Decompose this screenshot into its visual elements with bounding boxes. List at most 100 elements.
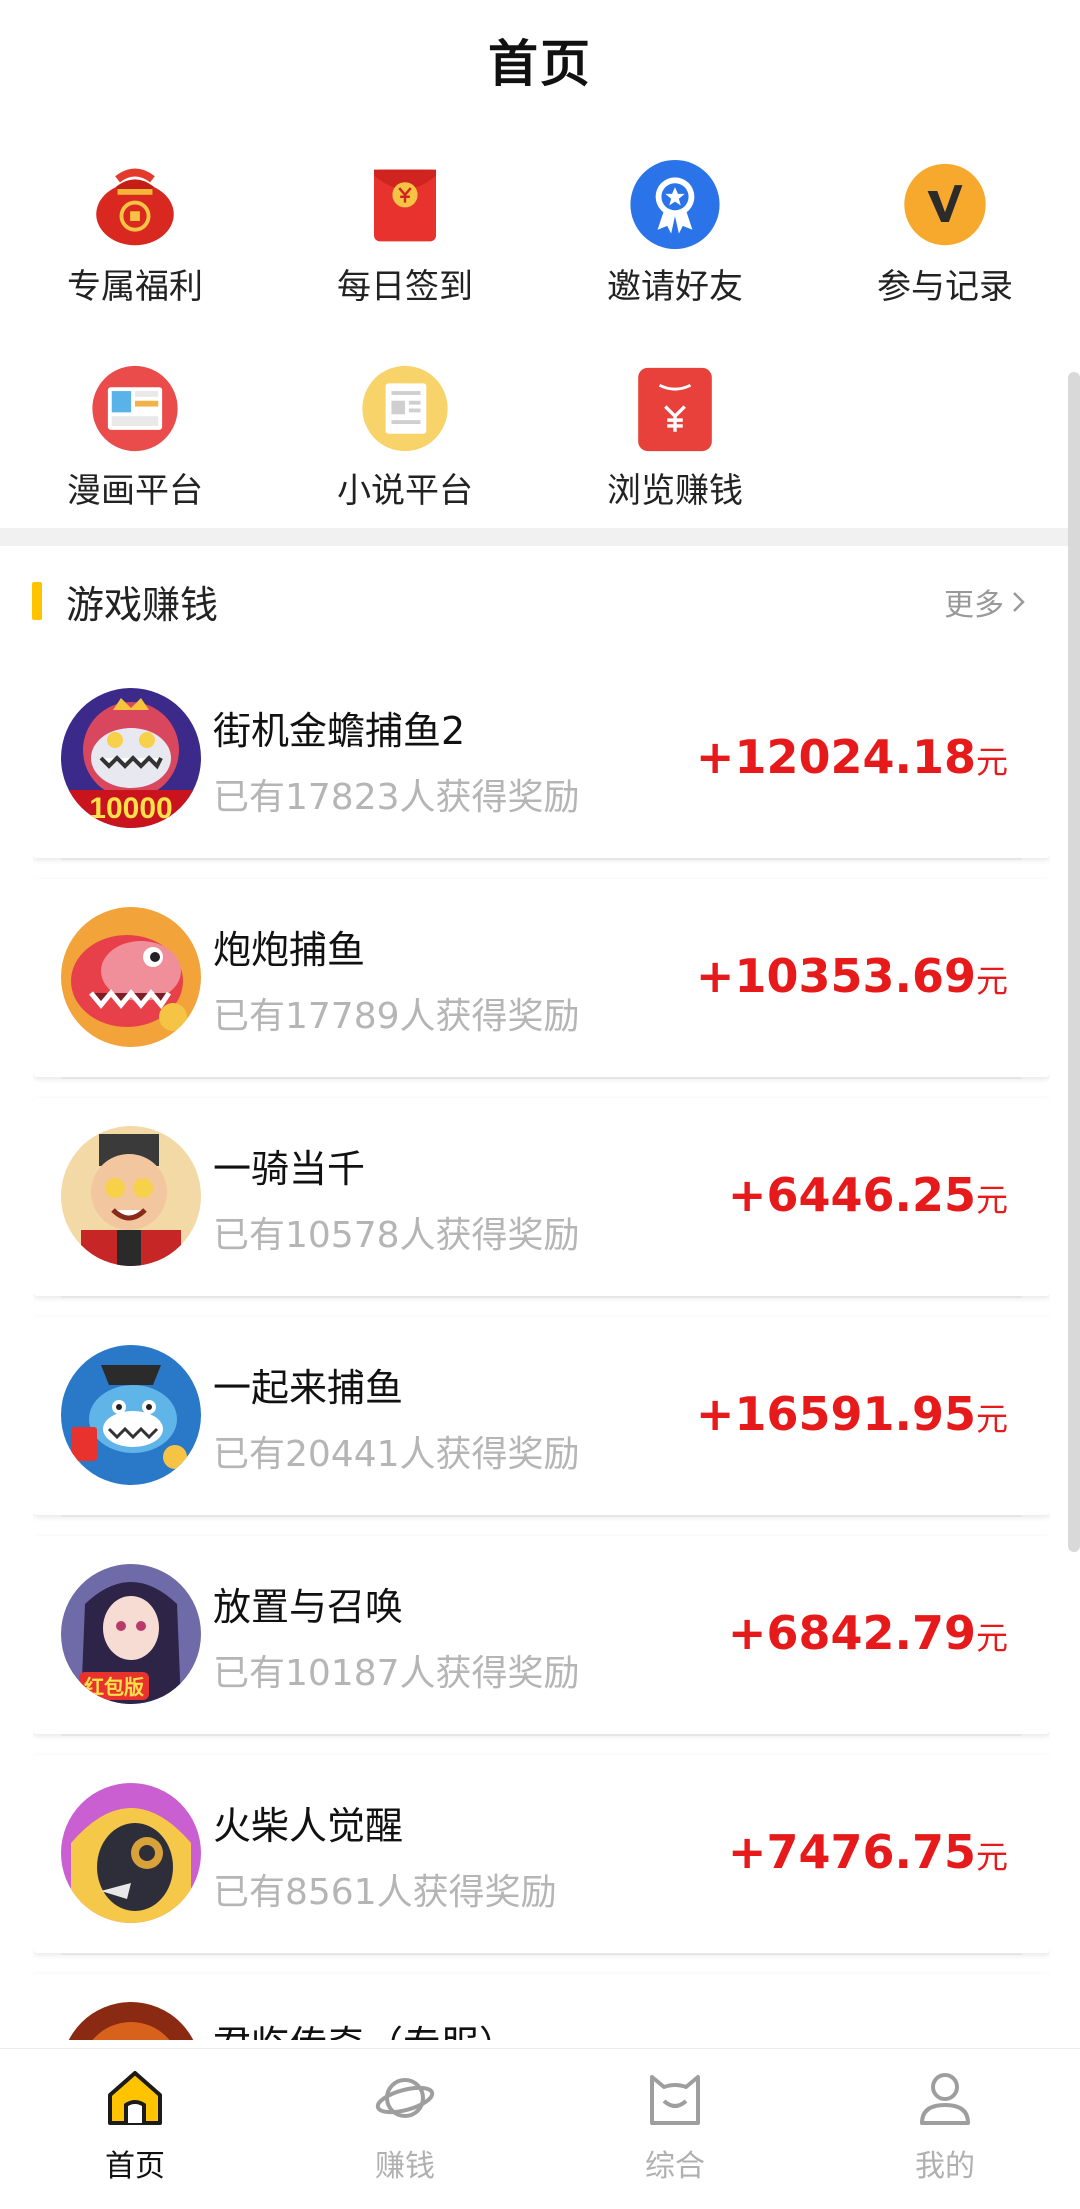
reward-amount: +16591.95元 <box>696 1387 1008 1441</box>
reward-value: +10353.69 <box>695 949 976 1003</box>
v-badge-icon <box>904 163 986 246</box>
planet-icon <box>375 2078 435 2118</box>
stickman-avatar-icon <box>61 1783 201 1923</box>
avatar-badge-text: 红包版 <box>84 1675 144 1699</box>
card-separator <box>61 858 1022 860</box>
game-subtitle: 已有17789人获得奖励 <box>213 996 580 1037</box>
grid-item-invite-friends[interactable]: 邀请好友 <box>540 158 810 308</box>
reward-amount: +6842.79元 <box>728 1606 1008 1660</box>
warrior-avatar-icon <box>61 1126 201 1266</box>
grid-item-novel-platform[interactable]: 小说平台 <box>270 362 540 512</box>
tab-home[interactable]: 首页 <box>0 2067 270 2197</box>
award-badge-icon <box>630 159 720 250</box>
lucky-bag-icon <box>96 168 174 246</box>
game-title: 放置与召唤 <box>213 1585 404 1629</box>
grid-label: 邀请好友 <box>607 267 743 307</box>
reward-value: +16591.95 <box>695 1387 976 1441</box>
game-title: 一骑当千 <box>213 1147 366 1191</box>
game-card[interactable]: 炮炮捕鱼 已有17789人获得奖励 +10353.69元 <box>33 879 1050 1079</box>
card-separator <box>61 1953 1022 1955</box>
game-subtitle: 已有10578人获得奖励 <box>213 1215 580 1256</box>
game-avatar <box>61 2002 201 2040</box>
home-icon <box>108 2071 162 2125</box>
game-card[interactable]: 10000 街机金蟾捕鱼2 已有17823人获得奖励 +12024.18元 <box>33 660 1050 860</box>
game-avatar <box>61 1126 201 1266</box>
tab-label: 综合 <box>645 2149 705 2184</box>
game-subtitle: 已有20441人获得奖励 <box>213 1434 580 1475</box>
grid-label: 参与记录 <box>877 267 1013 307</box>
game-card[interactable]: 一骑当千 已有10578人获得奖励 +6446.25元 <box>33 1098 1050 1298</box>
reward-amount: +10353.69元 <box>696 949 1008 1003</box>
anime-girl-avatar-icon: 红包版 <box>61 1564 201 1704</box>
avatar-badge-text: 10000 <box>89 792 172 825</box>
reward-unit: 元 <box>975 1400 1008 1438</box>
card-separator <box>61 1077 1022 1079</box>
game-avatar: 10000 <box>61 688 201 828</box>
grid-label: 小说平台 <box>337 471 473 511</box>
fishing-game-avatar-icon: 10000 <box>61 688 201 828</box>
game-card[interactable]: 君临传奇（专服） <box>33 1974 1050 2040</box>
grid-item-daily-checkin[interactable]: 每日签到 <box>270 158 540 308</box>
reward-unit: 元 <box>975 1619 1008 1657</box>
tab-earn[interactable]: 赚钱 <box>270 2067 540 2197</box>
reward-value: +7476.75 <box>727 1825 976 1879</box>
comic-icon <box>92 365 178 452</box>
yuan-envelope-icon <box>638 367 712 452</box>
reward-amount: +6446.25元 <box>728 1168 1008 1222</box>
game-title: 火柴人觉醒 <box>213 1804 404 1848</box>
game-avatar <box>61 1783 201 1923</box>
grid-item-comic-platform[interactable]: 漫画平台 <box>0 362 270 512</box>
game-subtitle: 已有17823人获得奖励 <box>213 777 580 818</box>
header: 首页 <box>0 0 1080 120</box>
more-link[interactable]: 更多 <box>944 580 1028 624</box>
tab-general[interactable]: 综合 <box>540 2067 810 2197</box>
reward-amount: +12024.18元 <box>696 730 1008 784</box>
shark-avatar-icon <box>61 907 201 1047</box>
user-icon <box>920 2073 970 2125</box>
reward-unit: 元 <box>975 962 1008 1000</box>
grid-label: 漫画平台 <box>67 471 203 511</box>
grid-item-browse-earn[interactable]: 浏览赚钱 <box>540 362 810 512</box>
novel-icon <box>362 365 448 452</box>
game-card[interactable]: 火柴人觉醒 已有8561人获得奖励 +7476.75元 <box>33 1755 1050 1955</box>
reward-value: +12024.18 <box>695 730 976 784</box>
chevron-right-icon <box>1013 592 1025 612</box>
card-separator <box>61 1734 1022 1736</box>
reward-amount: +7476.75元 <box>728 1825 1008 1879</box>
game-avatar <box>61 907 201 1047</box>
grid-item-exclusive-benefits[interactable]: 专属福利 <box>0 158 270 308</box>
blue-shark-avatar-icon <box>61 1345 201 1485</box>
reward-unit: 元 <box>975 1838 1008 1876</box>
tab-label: 我的 <box>915 2149 975 2184</box>
game-subtitle: 已有8561人获得奖励 <box>213 1872 557 1913</box>
grid-label: 浏览赚钱 <box>607 471 743 511</box>
game-card[interactable]: 一起来捕鱼 已有20441人获得奖励 +16591.95元 <box>33 1317 1050 1517</box>
tab-label: 首页 <box>105 2149 165 2184</box>
section-title: 游戏赚钱 <box>66 583 219 627</box>
reward-value: +6842.79 <box>727 1606 976 1660</box>
game-title: 炮炮捕鱼 <box>213 928 366 972</box>
quick-access-grid: 专属福利 每日签到 邀请好友 参与记录 漫画平台 小说平台 浏览赚钱 <box>0 140 1080 530</box>
tab-mine[interactable]: 我的 <box>810 2067 1080 2197</box>
red-envelope-icon <box>374 169 436 242</box>
section-header: 游戏赚钱 更多 <box>0 570 1080 630</box>
game-title: 君临传奇（专服） <box>213 2014 517 2040</box>
game-list: 10000 街机金蟾捕鱼2 已有17823人获得奖励 +12024.18元 炮炮… <box>33 660 1050 2040</box>
more-label: 更多 <box>944 588 1004 623</box>
reward-value: +6446.25 <box>727 1168 976 1222</box>
cat-face-icon <box>650 2075 700 2125</box>
reward-unit: 元 <box>975 1181 1008 1219</box>
game-title: 一起来捕鱼 <box>213 1366 404 1410</box>
reward-unit: 元 <box>975 743 1008 781</box>
game-avatar: 红包版 <box>61 1564 201 1704</box>
game-avatar <box>61 1345 201 1485</box>
card-separator <box>61 1296 1022 1298</box>
section-accent-bar <box>32 582 42 620</box>
card-separator <box>61 1515 1022 1517</box>
bottom-tab-bar: 首页 赚钱 综合 我的 <box>0 2048 1080 2209</box>
page-title: 首页 <box>488 35 592 93</box>
scrollbar[interactable] <box>1068 372 1080 1552</box>
grid-item-participation-records[interactable]: 参与记录 <box>810 158 1080 308</box>
game-card[interactable]: 红包版 放置与召唤 已有10187人获得奖励 +6842.79元 <box>33 1536 1050 1736</box>
game-title: 街机金蟾捕鱼2 <box>213 709 466 753</box>
